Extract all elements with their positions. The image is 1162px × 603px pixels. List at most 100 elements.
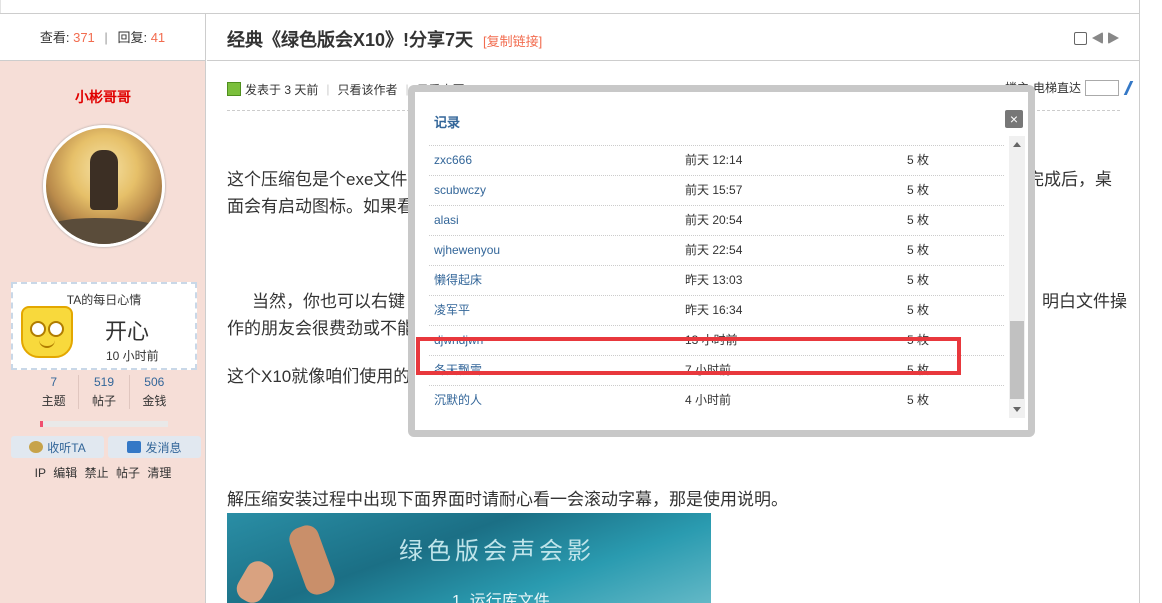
stat-threads-label: 主题 (41, 394, 66, 408)
record-amount: 5 枚 (907, 273, 930, 287)
image-figure (232, 556, 278, 603)
record-user[interactable]: djwndjwn (434, 326, 483, 355)
thread-stats: 查看: 371 | 回复: 41 (0, 14, 206, 61)
stats-separator: | (104, 30, 108, 45)
record-time: 4 小时前 (685, 393, 732, 406)
paragraph-2-left: 当然，你也可以右键 (252, 292, 405, 311)
elevator-label: 电梯直达 (1032, 81, 1081, 95)
paragraph-1-left: 这个压缩包是个exe文件 (227, 170, 408, 189)
title-icons (1074, 32, 1119, 45)
prev-thread-icon[interactable] (1092, 32, 1103, 44)
close-icon[interactable]: × (1005, 110, 1023, 128)
paragraph-2-right: 明白文件操 (1042, 292, 1127, 311)
author-stats: 7 主题 519 帖子 506 金钱 (29, 375, 179, 409)
replies-count: 41 (150, 30, 166, 45)
list-item: wjhewenyou 前天 22:54 5 枚 (429, 236, 1004, 266)
record-time: 昨天 16:34 (685, 303, 743, 317)
record-dialog-body: 记录 × zxc666 前天 12:14 5 枚 scubwczy 前天 15:57 5… (415, 92, 1028, 430)
views-label: 查看: (39, 30, 70, 45)
follow-label: 收听TA (47, 440, 86, 455)
list-item: 懒得起床 昨天 13:03 5 枚 (429, 266, 1004, 296)
happy-face-icon (21, 306, 73, 358)
paragraph-1-right: 完成后，桌 (1027, 170, 1112, 189)
author-name[interactable]: 小彬哥哥 (0, 87, 206, 107)
thread-title: 经典《绿色版会X10》!分享7天 (227, 30, 474, 50)
image-figure (285, 521, 339, 599)
mood-time: 10 小时前 (106, 349, 159, 363)
record-time: 昨天 13:03 (685, 273, 743, 287)
paragraph-3: 这个X10就像咱们使用的 (227, 367, 411, 386)
stat-threads[interactable]: 7 主题 (29, 375, 78, 409)
scroll-thumb[interactable] (1010, 321, 1024, 399)
credit-progress-bar (40, 421, 168, 427)
stat-threads-value: 7 (50, 375, 57, 389)
record-user[interactable]: 冬天飘雪 (434, 356, 482, 385)
record-amount: 5 枚 (907, 243, 930, 257)
stat-posts-label: 帖子 (91, 394, 116, 408)
daily-mood-box: TA的每日心情 开心 10 小时前 (11, 282, 197, 370)
author-actions: 收听TA 发消息 (11, 436, 201, 458)
stat-posts-value: 519 (93, 375, 114, 389)
admin-link-posts[interactable]: 帖子 (116, 466, 140, 480)
print-icon[interactable] (1074, 32, 1087, 45)
mood-value: 开心 (105, 319, 150, 344)
record-user[interactable]: 沉默的人 (434, 386, 482, 406)
list-item: 凌军平 昨天 16:34 5 枚 (429, 296, 1004, 326)
next-thread-icon[interactable] (1108, 32, 1119, 44)
record-user[interactable]: scubwczy (434, 176, 486, 205)
record-time: 7 小时前 (685, 363, 732, 377)
record-time: 前天 15:57 (685, 183, 743, 197)
record-amount: 5 枚 (907, 183, 930, 197)
record-time: 前天 12:14 (685, 153, 743, 167)
paragraph-1-line2: 面会有启动图标。如果看 (227, 197, 414, 216)
author-sidebar: 小彬哥哥 TA的每日心情 开心 10 小时前 7 主题 519 帖子 506 金… (0, 61, 206, 603)
list-item: alasi 前天 20:54 5 枚 (429, 206, 1004, 236)
record-dialog: 记录 × zxc666 前天 12:14 5 枚 scubwczy 前天 15:57 5… (408, 85, 1035, 437)
record-amount: 5 枚 (907, 333, 930, 347)
posted-time: 发表于 3 天前 (245, 82, 319, 97)
thread-title-bar: 经典《绿色版会X10》!分享7天 [复制链接] (207, 14, 1139, 61)
image-subtitle: 1. 运行库文件 (452, 593, 550, 603)
paragraph-4: 解压缩安装过程中出现下面界面时请耐心看一会滚动字幕，那是使用说明。 (227, 490, 788, 509)
list-item: 冬天飘雪 7 小时前 5 枚 (429, 356, 1004, 386)
views-count: 371 (73, 30, 95, 45)
paragraph-2-line2: 作的朋友会很费劲或不能 (227, 319, 414, 338)
list-item: 沉默的人 4 小时前 5 枚 (429, 386, 1004, 406)
copy-link[interactable]: [复制链接] (483, 31, 542, 50)
scroll-up-icon[interactable] (1013, 142, 1021, 147)
admin-link-ip[interactable]: IP (35, 466, 46, 480)
follow-button[interactable]: 收听TA (11, 436, 104, 458)
elevator-go-icon[interactable] (1123, 80, 1146, 95)
record-user[interactable]: 懒得起床 (434, 266, 482, 295)
stat-money-label: 金钱 (142, 394, 167, 408)
message-label: 发消息 (145, 440, 182, 455)
avatar-figure (90, 150, 118, 210)
stat-money-value: 506 (144, 375, 165, 389)
record-time: 前天 22:54 (685, 243, 743, 257)
replies-label: 回复: (117, 30, 148, 45)
admin-link-ban[interactable]: 禁止 (85, 466, 109, 480)
elevator-input[interactable] (1085, 79, 1119, 96)
record-list: zxc666 前天 12:14 5 枚 scubwczy 前天 15:57 5 枚 al… (429, 136, 1004, 406)
dialog-title: 记录 (434, 115, 461, 130)
scroll-down-icon[interactable] (1013, 407, 1021, 412)
avatar[interactable] (43, 125, 165, 247)
stat-money[interactable]: 506 金钱 (128, 375, 179, 409)
record-scrollbar[interactable] (1009, 136, 1025, 418)
send-message-button[interactable]: 发消息 (108, 436, 201, 458)
record-user[interactable]: wjhewenyou (434, 236, 500, 265)
credit-progress-fill (40, 421, 43, 427)
admin-link-edit[interactable]: 编辑 (53, 466, 77, 480)
installer-screenshot-image[interactable]: 绿色版会声会影 1. 运行库文件 (227, 513, 711, 603)
record-user[interactable]: 凌军平 (434, 296, 470, 325)
stat-posts[interactable]: 519 帖子 (78, 375, 128, 409)
record-user[interactable]: alasi (434, 206, 459, 235)
avatar-rock (46, 218, 162, 244)
only-author-link[interactable]: 只看该作者 (337, 81, 397, 98)
record-user[interactable]: zxc666 (434, 146, 472, 175)
online-status-icon (227, 82, 241, 96)
info-separator: | (326, 82, 330, 96)
record-amount: 5 枚 (907, 303, 930, 317)
image-title: 绿色版会声会影 (399, 537, 595, 565)
admin-link-clean[interactable]: 清理 (147, 466, 171, 480)
